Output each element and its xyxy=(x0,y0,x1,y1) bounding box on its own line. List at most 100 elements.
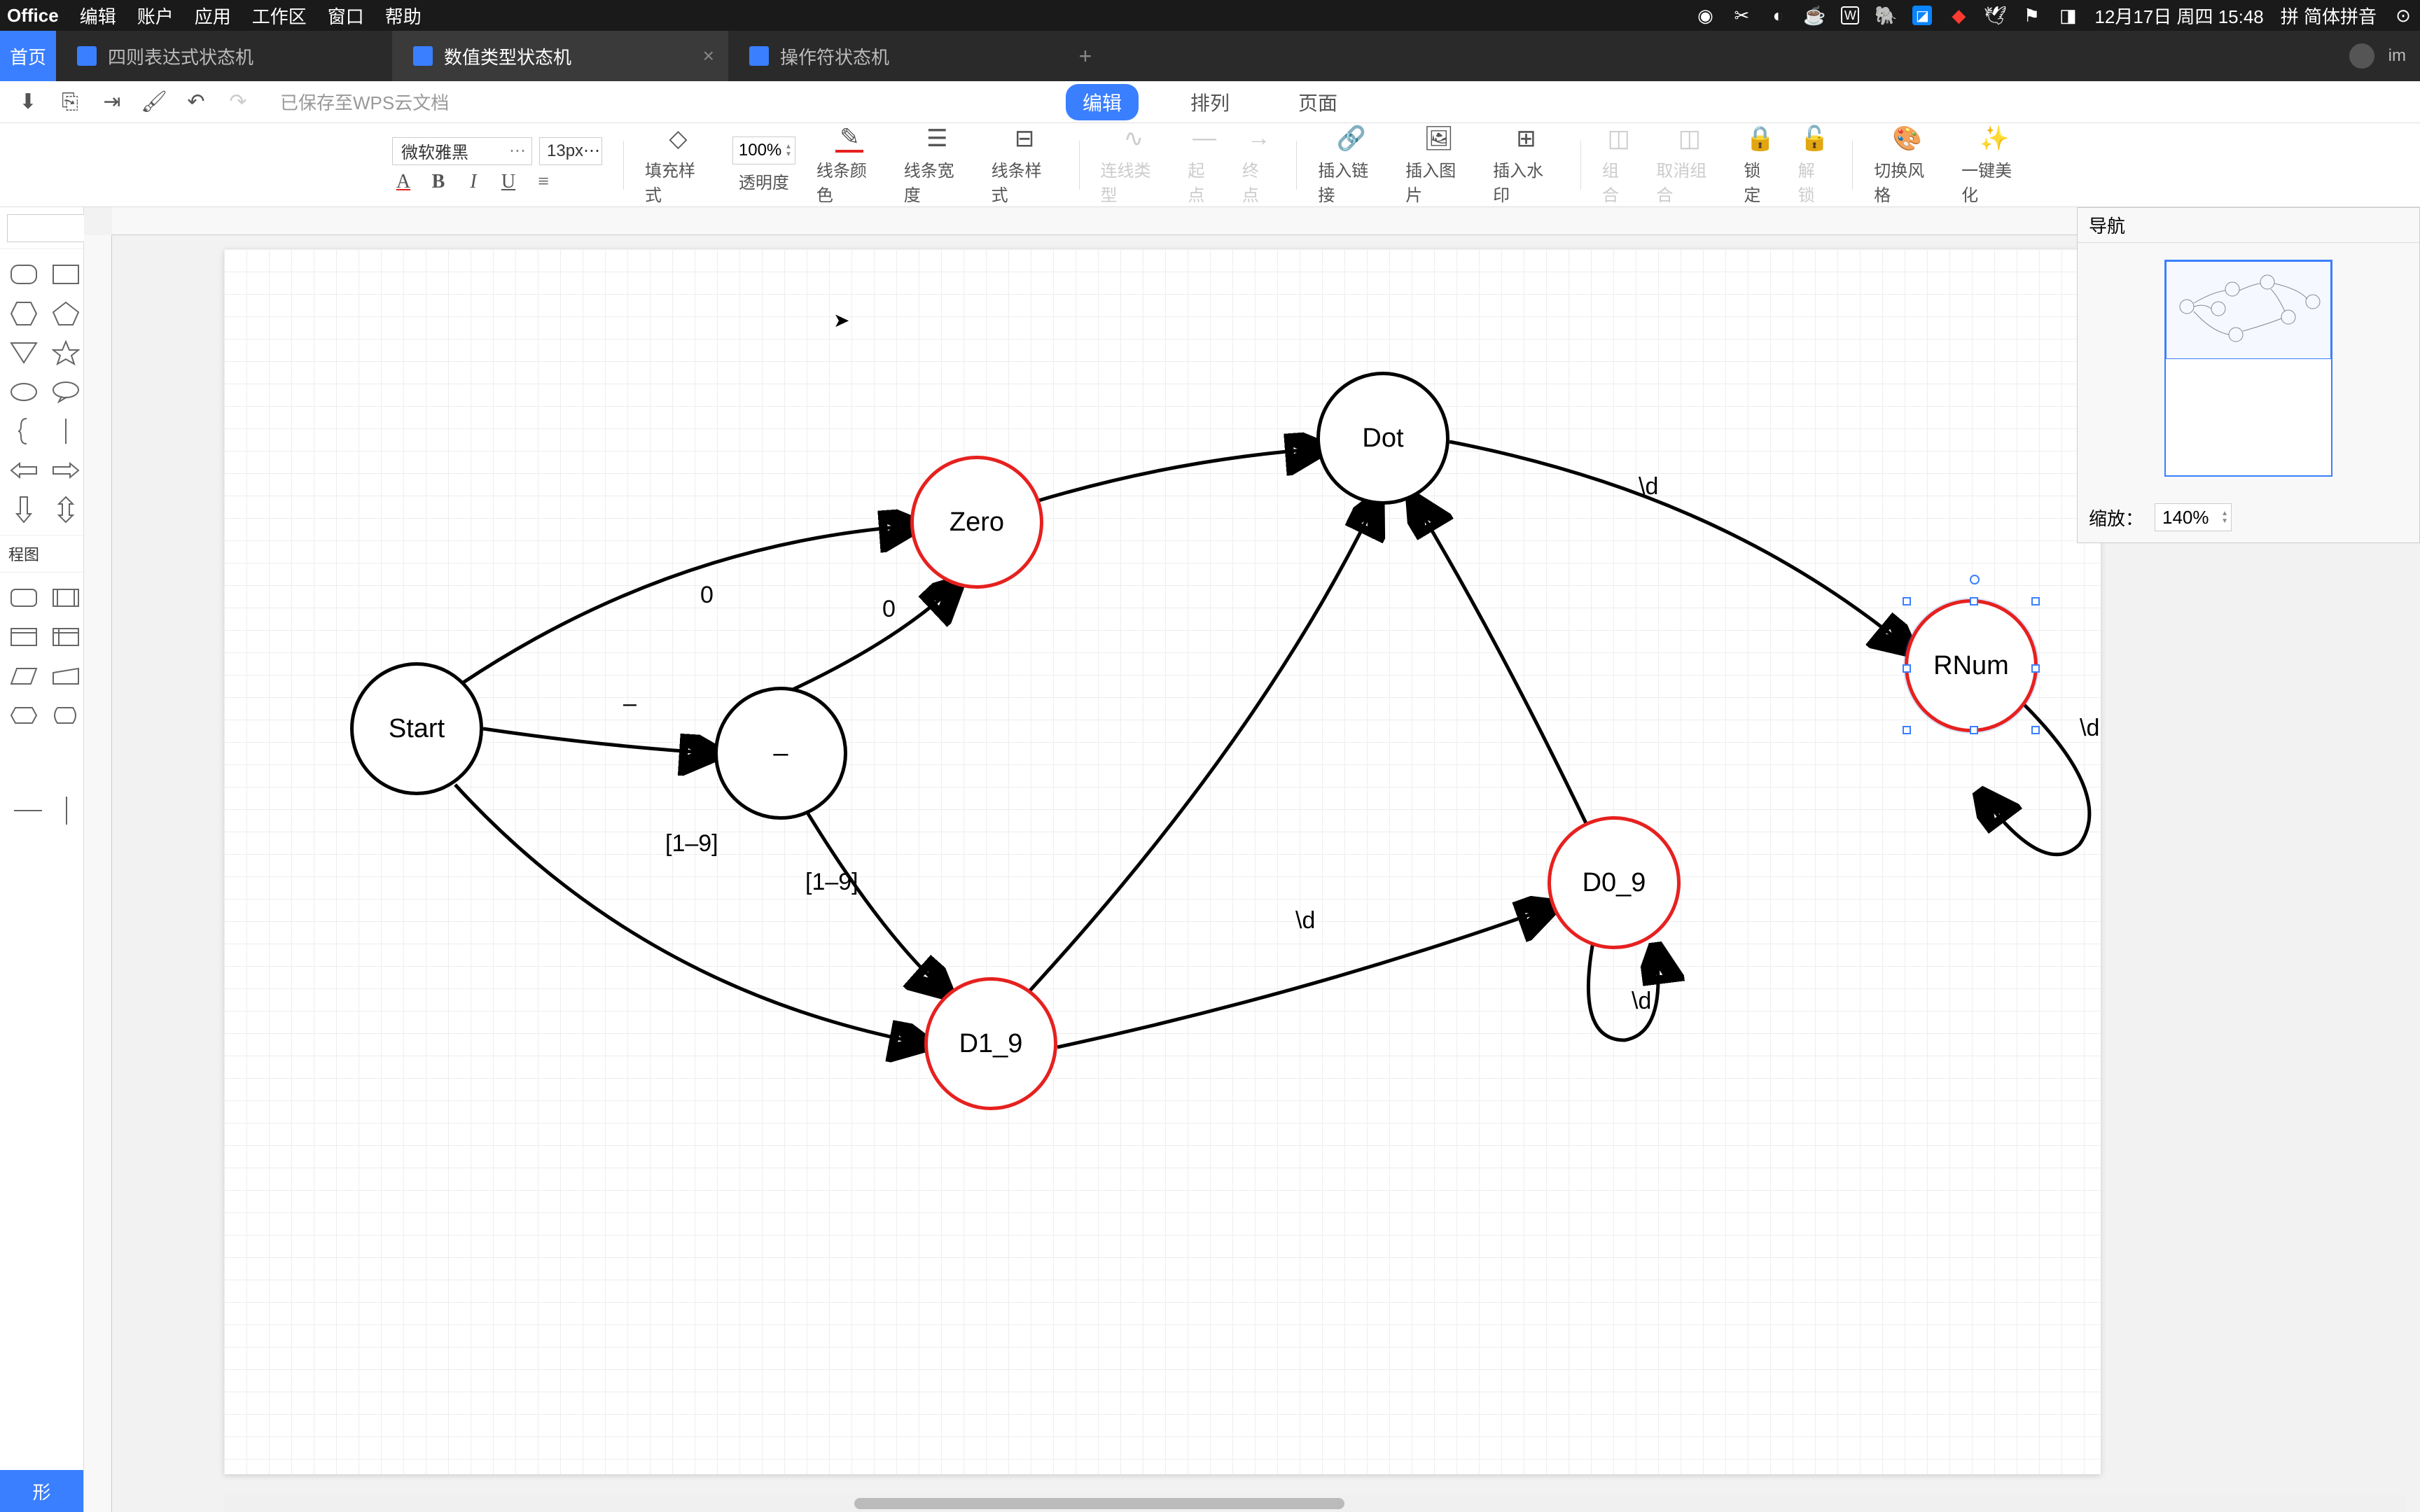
shape-database[interactable] xyxy=(8,623,39,651)
line-style-group[interactable]: ⊟线条样式 xyxy=(992,125,1058,206)
shape-hexagon[interactable] xyxy=(8,300,39,328)
beautify-group[interactable]: ✨一键美化 xyxy=(1961,125,2028,206)
tray-circle-icon[interactable]: ◐ xyxy=(1768,6,1788,25)
shapes-footer-button[interactable]: 形 xyxy=(0,1470,83,1512)
tray-evernote-icon[interactable]: 🐘 xyxy=(1876,6,1896,25)
shape-subprocess[interactable] xyxy=(50,584,81,612)
node-d19[interactable]: D1_9 xyxy=(924,977,1057,1110)
edge-label-19b[interactable]: [1–9] xyxy=(805,869,858,896)
shape-brace[interactable] xyxy=(8,417,39,445)
shape-arrow-down[interactable] xyxy=(8,496,39,524)
shape-line-h[interactable] xyxy=(14,797,42,825)
tray-scissors-icon[interactable]: ✂ xyxy=(1732,6,1751,25)
tray-cup-icon[interactable]: ☕ xyxy=(1804,6,1824,25)
menu-edit[interactable]: 编辑 xyxy=(80,3,116,29)
shape-line-v2[interactable] xyxy=(63,797,69,825)
shape-arrow-updown[interactable] xyxy=(50,496,81,524)
share-icon[interactable]: ⇥ xyxy=(98,88,126,116)
new-tab-button[interactable]: + xyxy=(1064,31,1106,81)
tray-eraser-icon[interactable]: ◆ xyxy=(1949,6,1968,25)
zoom-box[interactable]: 100%▲▼ xyxy=(732,136,795,164)
nav-zoom-input[interactable]: 140%▲▼ xyxy=(2155,503,2232,531)
shape-rect[interactable] xyxy=(50,260,81,288)
edge-label-19a[interactable]: [1–9] xyxy=(665,830,718,858)
tray-w-icon[interactable]: W xyxy=(1841,6,1859,24)
shape-arrow-left[interactable] xyxy=(8,456,39,484)
shape-line-v[interactable] xyxy=(50,417,81,445)
file-tab-2[interactable]: 操作符状态机 xyxy=(728,31,1064,81)
scrollbar-thumb[interactable] xyxy=(854,1498,1344,1509)
flowchart-section-label[interactable]: 程图 xyxy=(0,535,83,573)
node-start[interactable]: Start xyxy=(350,662,483,795)
resize-handle-e[interactable] xyxy=(2031,664,2040,673)
link-group[interactable]: 🔗插入链接 xyxy=(1318,125,1384,206)
tray-search-icon[interactable]: ⊙ xyxy=(2393,6,2413,25)
shape-display[interactable] xyxy=(50,701,81,729)
zoom-group[interactable]: 100%▲▼透明度 xyxy=(732,136,795,193)
resize-handle-se[interactable] xyxy=(2031,726,2040,734)
underline-button[interactable]: U xyxy=(497,171,520,193)
shape-star[interactable] xyxy=(50,339,81,367)
node-dot[interactable]: Dot xyxy=(1316,372,1449,505)
theme-group[interactable]: 🎨切换风格 xyxy=(1874,125,1940,206)
font-size-select[interactable]: 13px⋯ xyxy=(539,137,602,165)
user-avatar[interactable] xyxy=(2349,43,2374,69)
app-name[interactable]: Office xyxy=(7,5,59,27)
edge-label-d1[interactable]: \d xyxy=(1295,907,1315,934)
node-rnum[interactable]: RNum xyxy=(1905,599,2038,732)
shape-data[interactable] xyxy=(8,662,39,690)
edge-label-minus[interactable]: – xyxy=(623,690,637,718)
tray-datetime[interactable]: 12月17日 周四 15:48 xyxy=(2094,3,2263,29)
shape-triangle-down[interactable] xyxy=(8,339,39,367)
tray-flag-icon[interactable]: ⚑ xyxy=(2022,6,2041,25)
undo-icon[interactable]: ↶ xyxy=(182,88,210,116)
resize-handle-n[interactable] xyxy=(1970,597,1978,606)
resize-handle-sw[interactable] xyxy=(1903,726,1911,734)
node-d09[interactable]: D0_9 xyxy=(1548,816,1681,949)
horizontal-scrollbar[interactable] xyxy=(224,1495,2406,1512)
fill-group[interactable]: ◇填充样式 xyxy=(645,125,711,206)
resize-handle-s[interactable] xyxy=(1970,726,1978,734)
shape-process[interactable] xyxy=(8,584,39,612)
align-button[interactable]: ≡ xyxy=(532,171,555,193)
close-tab-icon[interactable]: × xyxy=(703,45,714,67)
file-tab-0[interactable]: 四则表达式状态机 xyxy=(56,31,392,81)
resize-handle-nw[interactable] xyxy=(1903,597,1911,606)
home-tab[interactable]: 首页 xyxy=(0,31,56,81)
tray-bird-icon[interactable]: 🕊 xyxy=(1985,6,2005,25)
edge-label-d3[interactable]: \d xyxy=(1632,988,1651,1015)
edge-label-d4[interactable]: \d xyxy=(2080,715,2099,742)
format-painter-icon[interactable]: 🖌 xyxy=(140,88,168,116)
edge-label-d2[interactable]: \d xyxy=(1639,473,1658,500)
rotate-handle[interactable] xyxy=(1970,575,1980,584)
menu-help[interactable]: 帮助 xyxy=(385,3,422,29)
italic-button[interactable]: I xyxy=(462,171,485,193)
shape-manual[interactable] xyxy=(50,662,81,690)
resize-handle-w[interactable] xyxy=(1903,664,1911,673)
font-color-button[interactable]: A xyxy=(392,171,415,193)
shape-ellipse[interactable] xyxy=(8,378,39,406)
node-minus[interactable]: – xyxy=(714,687,847,820)
edge-label-0a[interactable]: 0 xyxy=(700,582,714,609)
watermark-group[interactable]: ⊞插入水印 xyxy=(1493,125,1559,206)
mode-edit[interactable]: 编辑 xyxy=(1066,84,1139,120)
export-icon[interactable]: ⎘ xyxy=(56,88,84,116)
resize-handle-ne[interactable] xyxy=(2031,597,2040,606)
menu-account[interactable]: 账户 xyxy=(137,3,174,29)
line-color-group[interactable]: ✎线条颜色 xyxy=(816,125,883,206)
redo-icon[interactable]: ↷ xyxy=(224,88,252,116)
tray-note-icon[interactable]: ◨ xyxy=(2058,6,2078,25)
navigator-thumbnail[interactable] xyxy=(2164,260,2332,477)
canvas-paper[interactable]: Start – Zero D1_9 Dot D0_9 RNum 0 0 – xyxy=(224,249,2101,1474)
font-family-select[interactable]: 微软雅黑⋯ xyxy=(392,137,532,165)
shape-prep[interactable] xyxy=(8,701,39,729)
menu-app[interactable]: 应用 xyxy=(195,3,231,29)
shape-pentagon[interactable] xyxy=(50,300,81,328)
shape-rounded-rect[interactable] xyxy=(8,260,39,288)
shape-arrow-right[interactable] xyxy=(50,456,81,484)
mode-arrange[interactable]: 排列 xyxy=(1174,84,1246,120)
bold-button[interactable]: B xyxy=(427,171,450,193)
download-icon[interactable]: ⬇ xyxy=(14,88,42,116)
tray-record-icon[interactable]: ◉ xyxy=(1695,6,1715,25)
shape-callout[interactable] xyxy=(50,378,81,406)
